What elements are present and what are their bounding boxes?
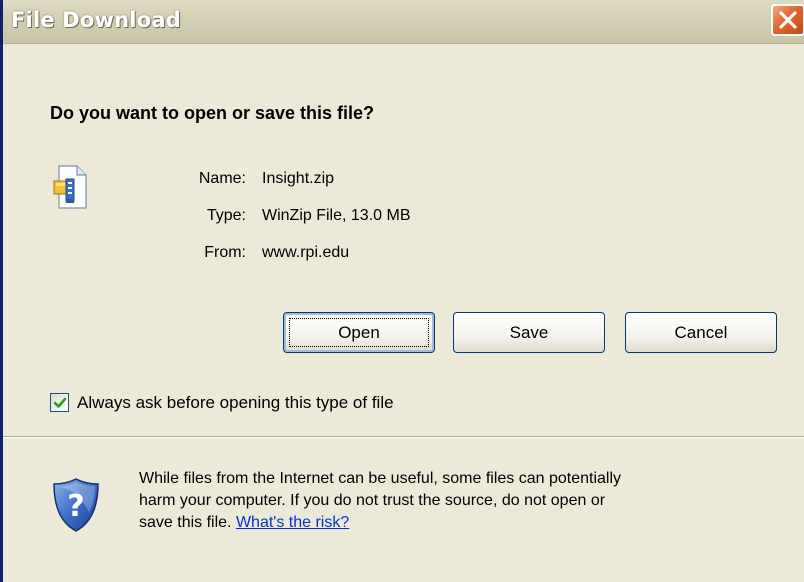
save-button-label: Save	[509, 323, 549, 342]
name-label: Name:	[198, 170, 246, 187]
file-type-value: WinZip File, 13.0 MB	[262, 207, 411, 224]
security-warning: While files from the Internet can be use…	[139, 468, 789, 534]
svg-text:?: ?	[67, 489, 84, 524]
open-button-label: Open	[338, 323, 380, 342]
type-label: Type:	[206, 207, 246, 224]
checkmark-icon	[53, 397, 67, 408]
file-name-value: Insight.zip	[262, 170, 335, 187]
title-bar[interactable]: File Download	[3, 0, 804, 44]
window-title: File Download	[11, 8, 181, 32]
file-source-value: www.rpi.edu	[262, 244, 350, 261]
cancel-button[interactable]: Cancel	[625, 312, 777, 353]
separator	[3, 436, 804, 438]
warning-line-3-text: save this file.	[139, 514, 236, 531]
dialog-question: Do you want to open or save this file?	[50, 103, 375, 123]
always-ask-label[interactable]: Always ask before opening this type of f…	[77, 393, 394, 413]
always-ask-checkbox[interactable]	[50, 393, 69, 412]
shield-question-icon: ?	[53, 478, 99, 532]
warning-line-2: harm your computer. If you do not trust …	[139, 492, 606, 509]
from-label: From:	[204, 244, 246, 261]
warning-line-1: While files from the Internet can be use…	[139, 470, 622, 487]
file-download-dialog: File Download Do you want to open or sav…	[0, 0, 804, 582]
whats-the-risk-link[interactable]: What's the risk?	[236, 514, 349, 531]
open-button[interactable]: Open	[283, 312, 435, 353]
warning-line-3: save this file. What's the risk?	[139, 512, 789, 534]
zip-file-icon	[53, 165, 87, 209]
cancel-button-label: Cancel	[674, 323, 728, 342]
close-button[interactable]	[771, 4, 804, 36]
save-button[interactable]: Save	[453, 312, 605, 353]
close-icon	[779, 11, 797, 29]
